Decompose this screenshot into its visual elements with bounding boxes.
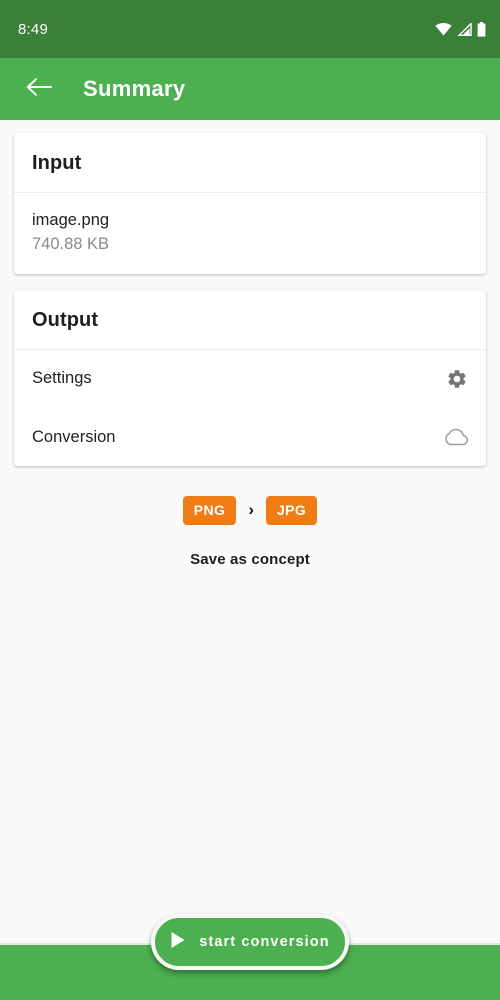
input-card-header: Input bbox=[14, 133, 486, 193]
start-conversion-button[interactable]: start conversion bbox=[151, 914, 349, 970]
chevron-right-icon: › bbox=[248, 500, 254, 520]
main-content: Input image.png 740.88 KB Output Setting… bbox=[0, 120, 500, 1000]
wifi-icon bbox=[435, 22, 452, 36]
target-format-badge[interactable]: JPG bbox=[266, 495, 318, 525]
output-card: Output Settings Conversion bbox=[14, 289, 486, 466]
app-bar: Summary bbox=[0, 58, 500, 120]
page-title: Summary bbox=[83, 76, 186, 101]
conversion-label: Conversion bbox=[32, 427, 116, 446]
input-file-size: 740.88 KB bbox=[32, 235, 110, 254]
input-file-row[interactable]: image.png 740.88 KB bbox=[14, 193, 486, 274]
cloud-icon[interactable] bbox=[444, 425, 468, 449]
play-icon bbox=[170, 931, 186, 954]
output-row-conversion[interactable]: Conversion bbox=[14, 408, 486, 466]
input-file-name: image.png bbox=[32, 211, 110, 229]
status-bar: 8:49 bbox=[0, 0, 500, 58]
format-conversion-row: PNG › JPG bbox=[0, 495, 500, 525]
start-conversion-label: start conversion bbox=[199, 934, 330, 950]
output-row-settings[interactable]: Settings bbox=[14, 350, 486, 408]
back-button[interactable] bbox=[16, 66, 62, 112]
save-as-concept-button[interactable]: Save as concept bbox=[0, 551, 500, 568]
status-bar-icons bbox=[435, 21, 486, 37]
arrow-left-icon bbox=[26, 77, 52, 102]
source-format-badge[interactable]: PNG bbox=[182, 495, 237, 525]
status-bar-clock: 8:49 bbox=[18, 20, 48, 38]
input-card: Input image.png 740.88 KB bbox=[14, 133, 486, 274]
cellular-signal-icon bbox=[457, 22, 472, 36]
output-card-header: Output bbox=[14, 290, 486, 350]
settings-label: Settings bbox=[32, 369, 92, 388]
battery-icon bbox=[477, 21, 486, 37]
gear-icon[interactable] bbox=[446, 368, 468, 390]
